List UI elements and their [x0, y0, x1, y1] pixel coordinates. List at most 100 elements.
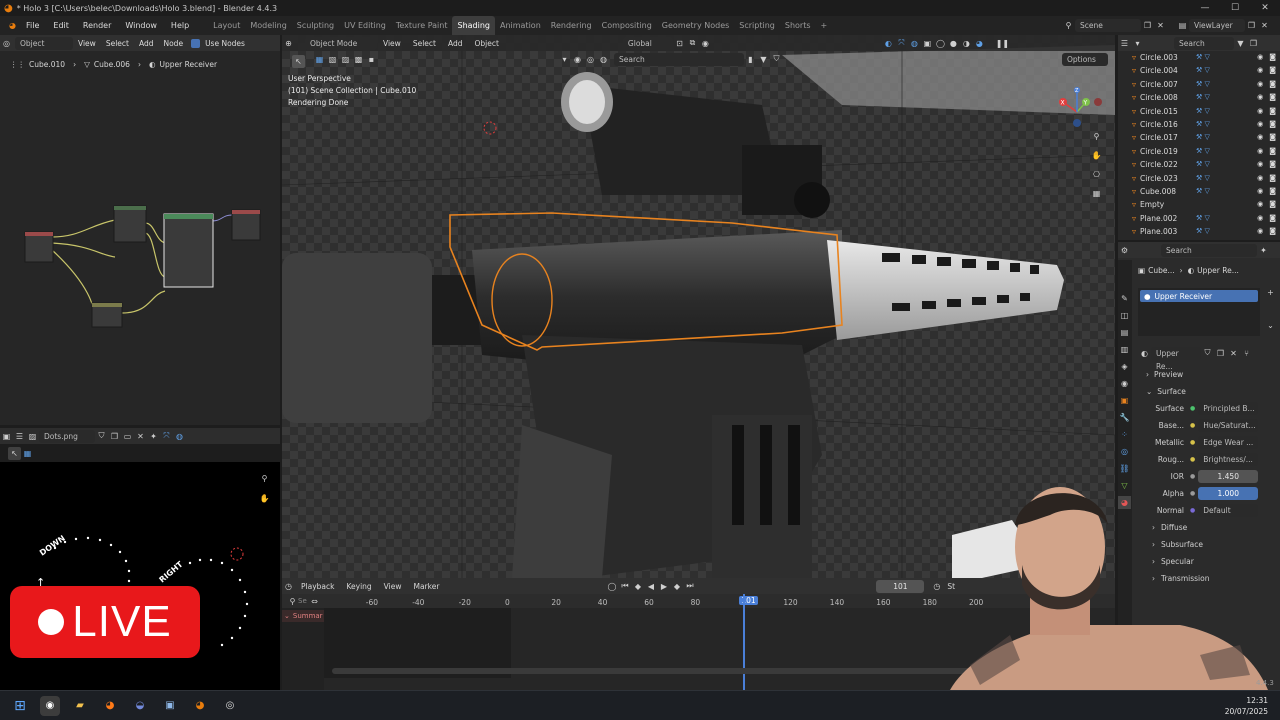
unlink-material-icon[interactable]: ✕: [1227, 347, 1240, 360]
timeline-editor-icon[interactable]: ◷: [282, 580, 295, 593]
orientation-dropdown[interactable]: Global: [622, 36, 673, 50]
material-slot[interactable]: ● Upper Receiver: [1140, 290, 1258, 302]
outliner-editor-icon[interactable]: ☰: [1118, 37, 1131, 50]
zoom-icon[interactable]: ⚲: [1090, 130, 1103, 143]
tab-compositing[interactable]: Compositing: [597, 16, 657, 35]
visibility-eye-icon[interactable]: ◉: [1257, 212, 1263, 225]
node-menu-add[interactable]: Add: [134, 39, 159, 48]
playhead[interactable]: [743, 594, 745, 690]
node-link-icon[interactable]: ⑂: [1240, 347, 1253, 360]
outliner-item[interactable]: ▿ Empty ◉ ◙: [1118, 198, 1280, 211]
view-layer-tab-icon[interactable]: ▥: [1118, 343, 1131, 356]
outliner-item[interactable]: ▿ Circle.015 ⚒ ▽ ◉ ◙: [1118, 105, 1280, 118]
material-shading-icon[interactable]: ◑: [960, 37, 973, 50]
outliner-item[interactable]: ▿ Circle.004 ⚒ ▽ ◉ ◙: [1118, 64, 1280, 77]
menu-help[interactable]: Help: [164, 16, 196, 35]
filter-icon[interactable]: ▼: [1234, 37, 1247, 50]
outliner-item[interactable]: ▿ Circle.003 ⚒ ▽ ◉ ◙: [1118, 51, 1280, 64]
app-icon[interactable]: ▣: [160, 696, 180, 716]
rendered-shading-icon[interactable]: ◕: [973, 37, 986, 50]
render-camera-icon[interactable]: ◙: [1269, 118, 1276, 131]
outliner-item[interactable]: ▿ Circle.019 ⚒ ▽ ◉ ◙: [1118, 145, 1280, 158]
node-menu-select[interactable]: Select: [101, 39, 134, 48]
timeline-menu-keying[interactable]: Keying: [340, 582, 377, 591]
pan-hand-icon[interactable]: ✋: [1090, 149, 1103, 162]
outliner-search[interactable]: Search: [1174, 36, 1234, 50]
blender-taskbar-icon[interactable]: ◕: [190, 696, 210, 716]
tweak-tool-icon[interactable]: ↖: [292, 55, 305, 68]
breadcrumb-material[interactable]: Upper Re...: [1197, 266, 1239, 275]
outliner-item[interactable]: ▿ Circle.022 ⚒ ▽ ◉ ◙: [1118, 158, 1280, 171]
outliner-item[interactable]: ▿ Circle.016 ⚒ ▽ ◉ ◙: [1118, 118, 1280, 131]
pan-hand-icon[interactable]: ✋: [258, 492, 271, 505]
menu-render[interactable]: Render: [76, 16, 118, 35]
visibility-eye-icon[interactable]: ◉: [1257, 145, 1263, 158]
outliner-item[interactable]: ▿ Cube.008 ⚒ ▽ ◉ ◙: [1118, 185, 1280, 198]
tab-modeling[interactable]: Modeling: [245, 16, 291, 35]
property-value[interactable]: Brightness/...: [1198, 453, 1259, 466]
timeline-menu-marker[interactable]: Marker: [407, 582, 445, 591]
render-camera-icon[interactable]: ◙: [1269, 78, 1276, 91]
render-camera-icon[interactable]: ◙: [1269, 64, 1276, 77]
visibility-filter-icon[interactable]: ▾: [558, 53, 571, 66]
fake-user-icon[interactable]: ⛉: [95, 430, 108, 443]
visibility-eye-icon[interactable]: ◉: [1257, 172, 1263, 185]
breadcrumb-cube006[interactable]: Cube.006: [94, 60, 130, 69]
visibility-eye-icon[interactable]: ◉: [1257, 91, 1263, 104]
select-mode-icon[interactable]: ▦: [313, 53, 326, 66]
new-image-icon[interactable]: ❐: [108, 430, 121, 443]
swap-icon[interactable]: ⇔: [308, 595, 321, 608]
tab-rendering[interactable]: Rendering: [546, 16, 597, 35]
render-camera-icon[interactable]: ◙: [1269, 212, 1276, 225]
scene-field[interactable]: Scene: [1075, 19, 1141, 32]
pin-icon[interactable]: ✦: [1257, 244, 1270, 257]
properties-editor-icon[interactable]: ⚙: [1118, 244, 1131, 257]
overlay-icon[interactable]: ◍: [173, 430, 186, 443]
menu-window[interactable]: Window: [118, 16, 164, 35]
bookmark-icon[interactable]: ▮: [744, 53, 757, 66]
jump-start-icon[interactable]: ⏮: [618, 580, 631, 593]
next-keyframe-icon[interactable]: ◆: [670, 580, 683, 593]
timeline-search[interactable]: Se: [298, 597, 307, 605]
material-name-field[interactable]: Upper Re...: [1151, 346, 1201, 371]
breadcrumb-object[interactable]: Cube...: [1148, 266, 1175, 275]
open-image-icon[interactable]: ▭: [121, 430, 134, 443]
breadcrumb-cube010[interactable]: Cube.010: [29, 60, 65, 69]
render-camera-icon[interactable]: ◙: [1269, 198, 1276, 211]
outliner-item[interactable]: ▿ Circle.023 ⚒ ▽ ◉ ◙: [1118, 172, 1280, 185]
image-browse-icon[interactable]: ▨: [26, 430, 39, 443]
physics-tab-icon[interactable]: ◎: [1118, 445, 1131, 458]
pivot-icon[interactable]: ⊡: [673, 37, 686, 50]
editor-type-icon[interactable]: ◎: [0, 37, 13, 50]
outliner-item[interactable]: ▿ Plane.003 ⚒ ▽ ◉ ◙: [1118, 225, 1280, 238]
visibility-eye-icon[interactable]: ◉: [1257, 105, 1263, 118]
render-camera-icon[interactable]: ◙: [1269, 225, 1276, 238]
tab-uv-editing[interactable]: UV Editing: [339, 16, 391, 35]
shield-icon[interactable]: ⛉: [770, 53, 783, 66]
unlink-image-icon[interactable]: ✕: [134, 430, 147, 443]
slot-menu-icon[interactable]: ⌄: [1264, 319, 1277, 332]
light-icon[interactable]: ◍: [597, 53, 610, 66]
visibility-eye-icon[interactable]: ◉: [1257, 225, 1263, 238]
menu-file[interactable]: File: [19, 16, 46, 35]
render-camera-icon[interactable]: ◙: [1269, 185, 1276, 198]
property-value[interactable]: Edge Wear ...: [1198, 436, 1259, 449]
zoom-icon[interactable]: ⚲: [258, 472, 271, 485]
use-nodes-checkbox[interactable]: [191, 38, 201, 48]
particles-tab-icon[interactable]: ⁘: [1118, 428, 1131, 441]
snap-icon[interactable]: ⧉: [686, 37, 699, 50]
prev-keyframe-icon[interactable]: ◆: [631, 580, 644, 593]
taskbar-clock[interactable]: 12:31 20/07/2025: [1225, 695, 1268, 717]
windows-start-icon[interactable]: ⊞: [10, 696, 30, 716]
tab-sculpting[interactable]: Sculpting: [292, 16, 339, 35]
camera-view-icon[interactable]: ⎔: [1090, 168, 1103, 181]
material-browse-icon[interactable]: ◐: [1138, 347, 1151, 360]
node-menu-view[interactable]: View: [73, 39, 101, 48]
maximize-button[interactable]: ☐: [1220, 0, 1250, 16]
proportional-edit-icon[interactable]: ◉: [699, 37, 712, 50]
xray-icon[interactable]: ▣: [921, 37, 934, 50]
visibility-icon[interactable]: ◐: [882, 37, 895, 50]
property-value[interactable]: Hue/Saturat...: [1198, 419, 1259, 432]
property-value[interactable]: Principled B...: [1198, 402, 1259, 415]
breadcrumb-material[interactable]: Upper Receiver: [159, 60, 217, 69]
